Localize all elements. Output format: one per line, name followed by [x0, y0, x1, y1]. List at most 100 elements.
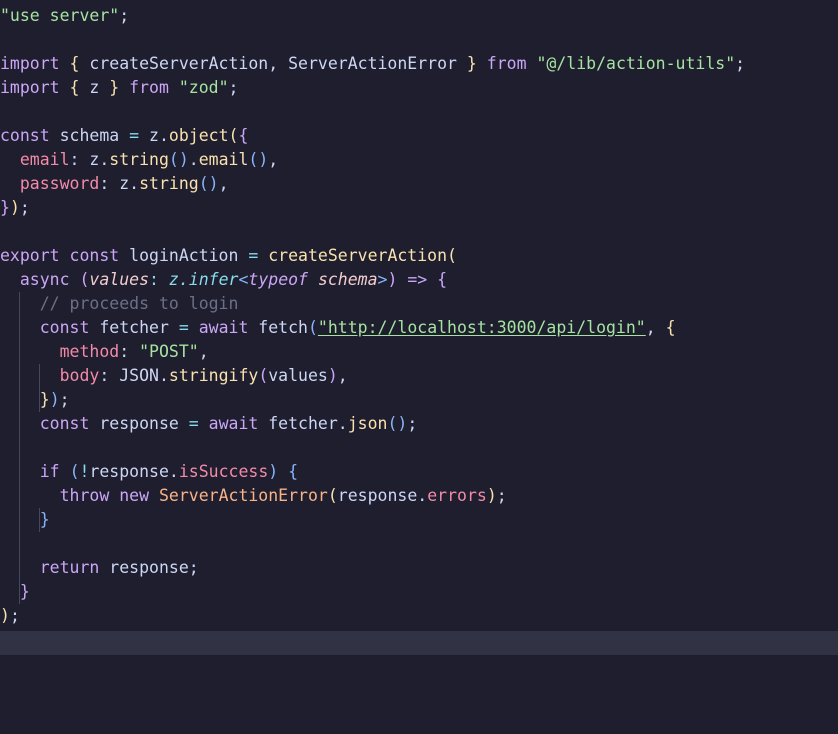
code-token-keyword: from — [486, 54, 527, 73]
code-token-plain: , — [337, 366, 348, 385]
code-token-bracket2: } — [19, 582, 30, 601]
code-token-plain: : — [119, 342, 140, 361]
code-token-keyword: async — [19, 270, 70, 289]
code-token-property: method — [59, 342, 120, 361]
code-line[interactable]: throw new ServerActionError(response.err… — [0, 484, 507, 508]
code-token-plain: ; — [59, 390, 70, 409]
code-token-bracket3: () — [248, 150, 269, 169]
code-token-plain: z — [79, 78, 110, 97]
code-token-bracket2: ( — [79, 270, 90, 289]
code-token-plain: fetch — [248, 318, 308, 337]
code-token-param: values — [89, 270, 150, 289]
code-token-bracket3: ( — [307, 318, 318, 337]
code-token-plain: fetcher. — [258, 414, 348, 433]
code-token-keyword: => — [407, 270, 428, 289]
code-token-plain: ; — [9, 606, 20, 625]
code-line[interactable]: export const loginAction = createServerA… — [0, 244, 457, 268]
code-token-plain: : z. — [69, 150, 110, 169]
code-token-function: string — [139, 174, 199, 193]
code-line[interactable]: const response = await fetcher.json(); — [0, 412, 418, 436]
code-token-bracket2: { — [238, 126, 249, 145]
code-token-keyword: await — [198, 318, 249, 337]
code-line[interactable]: }); — [0, 196, 30, 220]
code-token-bracket3: < — [238, 270, 249, 289]
code-line[interactable]: async (values: z.infer<typeof schema>) =… — [0, 268, 447, 292]
code-line[interactable]: import { z } from "zod"; — [0, 76, 238, 100]
code-token-keyword: const — [39, 318, 90, 337]
code-token-property: body — [59, 366, 100, 385]
code-token-property: password — [19, 174, 100, 193]
code-line[interactable]: if (!response.isSuccess) { — [0, 460, 298, 484]
code-token-property: errors — [427, 486, 487, 505]
code-token-plain: response. — [89, 462, 179, 481]
code-line[interactable]: } — [0, 508, 50, 532]
code-token-plain: : JSON. — [99, 366, 169, 385]
code-token-plain: , — [198, 342, 209, 361]
code-line[interactable]: body: JSON.stringify(values), — [0, 364, 348, 388]
code-token-property: isSuccess — [178, 462, 269, 481]
code-token-plain: response; — [99, 558, 199, 577]
code-token-plain: z. — [139, 126, 169, 145]
code-token-bracket3: { — [288, 462, 299, 481]
code-line[interactable]: const fetcher = await fetch("http://loca… — [0, 316, 676, 340]
code-token-plain: ; — [407, 414, 418, 433]
code-token-bracket3: } — [39, 510, 50, 529]
code-token-bracket1: } — [466, 54, 477, 73]
code-line[interactable]: ); — [0, 604, 20, 628]
code-editor[interactable]: "use server"; import { createServerAction… — [0, 0, 838, 734]
code-line[interactable]: // proceeds to login — [0, 292, 239, 316]
code-token-plain: ; — [735, 54, 746, 73]
code-token-bracket2: ) — [327, 366, 338, 385]
code-token-keyword: const — [0, 126, 50, 145]
code-token-keyword: import — [0, 54, 60, 73]
code-token-bracket2: } — [0, 198, 10, 217]
code-token-bracket1: ( — [327, 486, 338, 505]
code-token-keyword: export — [0, 246, 60, 265]
code-token-function: object — [168, 126, 229, 145]
code-line[interactable]: email: z.string().email(), — [0, 148, 278, 172]
code-line[interactable]: password: z.string(), — [0, 172, 229, 196]
code-token-keyword: const — [69, 246, 120, 265]
code-token-bracket3: ) — [49, 390, 60, 409]
code-token-string: "POST" — [139, 342, 199, 361]
code-token-bracket3: ) — [268, 462, 279, 481]
code-token-plain: ; — [19, 198, 30, 217]
code-token-type: z.infer — [168, 270, 239, 289]
code-token-link[interactable]: "http://localhost:3000/api/login" — [318, 318, 646, 337]
code-token-plain: response. — [337, 486, 428, 505]
code-line[interactable]: return response; — [0, 556, 199, 580]
code-line[interactable]: "use server"; — [0, 4, 129, 28]
current-line-highlight — [0, 631, 838, 655]
code-token-keyword: typeof — [248, 270, 308, 289]
code-line[interactable]: method: "POST", — [0, 340, 209, 364]
code-line[interactable]: } — [0, 580, 30, 604]
code-line[interactable]: import { createServerAction, ServerActio… — [0, 52, 745, 76]
code-token-plain: createServerAction, ServerActionError — [79, 54, 467, 73]
code-line[interactable]: }); — [0, 388, 70, 412]
code-token-operator: = — [188, 414, 199, 433]
code-token-bracket1: ( — [228, 126, 239, 145]
code-token-bracket2: { — [437, 270, 448, 289]
code-token-plain: , — [268, 150, 279, 169]
code-line[interactable]: const schema = z.object({ — [0, 124, 248, 148]
